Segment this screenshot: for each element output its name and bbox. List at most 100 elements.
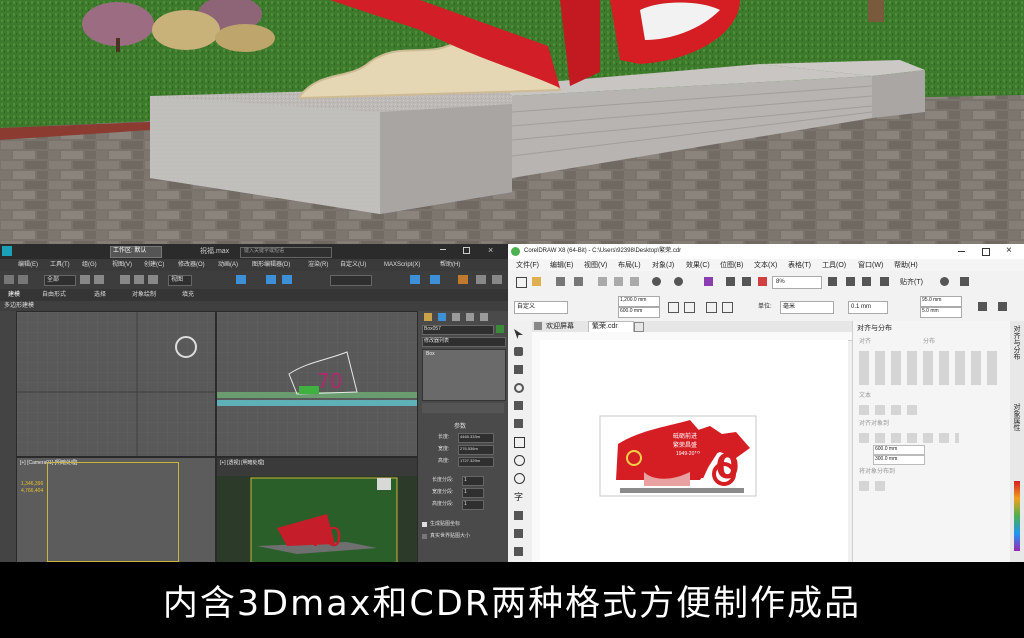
tab-populate[interactable]: 填充 bbox=[182, 292, 194, 298]
zoom-tool-icon[interactable] bbox=[514, 383, 524, 393]
menu-tools[interactable]: 工具(T) bbox=[50, 262, 70, 268]
menu-graph-editors[interactable]: 图形编辑器(D) bbox=[252, 262, 290, 268]
polygon-tool-icon[interactable] bbox=[514, 473, 525, 484]
motion-tab-icon[interactable] bbox=[466, 313, 474, 321]
paste-icon[interactable] bbox=[630, 277, 639, 286]
side-tab-align[interactable]: 对齐与分布 bbox=[1013, 325, 1020, 360]
save-icon[interactable] bbox=[556, 277, 565, 286]
menu-animation[interactable]: 动画(A) bbox=[218, 262, 238, 268]
snap-toggle-icon[interactable] bbox=[236, 275, 246, 284]
text-align-buttons[interactable] bbox=[859, 405, 919, 415]
dimension-tool-icon[interactable] bbox=[514, 511, 523, 520]
tab-welcome[interactable]: 欢迎屏幕 bbox=[546, 323, 574, 330]
viewport-front[interactable]: 70 bbox=[216, 311, 418, 457]
menu-customize[interactable]: 自定义(U) bbox=[340, 262, 366, 268]
import-icon[interactable] bbox=[726, 277, 735, 286]
artistic-media-icon[interactable] bbox=[514, 419, 523, 428]
object-color-swatch[interactable] bbox=[496, 325, 504, 333]
viewport-perspective[interactable]: [+] [透视] [明暗处理] 70 bbox=[216, 457, 418, 562]
material-editor-icon[interactable] bbox=[458, 275, 468, 284]
viewcube-icon[interactable] bbox=[175, 336, 197, 358]
cdr-menu-table[interactable]: 表格(T) bbox=[788, 262, 811, 269]
render-icon[interactable] bbox=[492, 275, 502, 284]
landscape-icon[interactable] bbox=[684, 302, 695, 313]
cdr-menu-view[interactable]: 视图(V) bbox=[584, 262, 607, 269]
menu-create[interactable]: 创建(C) bbox=[144, 262, 164, 268]
viewport-camera[interactable]: [+] [Camera01] [明暗处理] 1,346,396 4,766,40… bbox=[16, 457, 216, 562]
tab-selection[interactable]: 选择 bbox=[94, 292, 106, 298]
select-by-name-icon[interactable] bbox=[94, 275, 104, 284]
distribute-buttons[interactable] bbox=[923, 351, 1003, 385]
open-icon[interactable] bbox=[532, 277, 541, 286]
undo-icon[interactable] bbox=[4, 275, 14, 284]
home-icon[interactable] bbox=[534, 322, 542, 330]
cdr-minimize-icon[interactable] bbox=[958, 251, 965, 252]
cdr-maximize-icon[interactable] bbox=[982, 248, 990, 256]
current-page-icon[interactable] bbox=[722, 302, 733, 313]
menu-edit[interactable]: 编辑(E) bbox=[18, 262, 38, 268]
menu-modifiers[interactable]: 修改器(O) bbox=[178, 262, 205, 268]
cdr-menu-text[interactable]: 文本(X) bbox=[754, 262, 777, 269]
tab-object-paint[interactable]: 对象绘制 bbox=[132, 292, 156, 298]
angle-snap-icon[interactable] bbox=[266, 275, 276, 284]
modify-tab-icon[interactable] bbox=[438, 313, 446, 321]
menu-view[interactable]: 视图(V) bbox=[112, 262, 132, 268]
treat-as-filled-icon[interactable] bbox=[978, 302, 987, 311]
portrait-icon[interactable] bbox=[668, 302, 679, 313]
tab-freeform[interactable]: 自由形式 bbox=[42, 292, 66, 298]
snap-to-dropdown[interactable]: 贴齐(T) bbox=[900, 279, 923, 286]
options-icon[interactable] bbox=[940, 277, 949, 286]
menu-help[interactable]: 帮助(H) bbox=[440, 262, 460, 268]
pick-tool-icon[interactable] bbox=[514, 329, 523, 339]
modifier-stack-item[interactable]: Box bbox=[426, 352, 435, 357]
application-launcher-icon[interactable] bbox=[960, 277, 969, 286]
create-tab-icon[interactable] bbox=[424, 313, 432, 321]
crop-tool-icon[interactable] bbox=[514, 365, 523, 374]
scale-icon[interactable] bbox=[148, 275, 158, 284]
maximize-icon[interactable] bbox=[463, 247, 470, 254]
cdr-menu-bitmaps[interactable]: 位图(B) bbox=[720, 262, 743, 269]
add-tab-icon[interactable] bbox=[634, 322, 644, 332]
distribute-to-buttons[interactable] bbox=[859, 481, 889, 491]
side-tab-object-properties[interactable]: 对象属性 bbox=[1013, 403, 1020, 431]
cut-icon[interactable] bbox=[598, 277, 607, 286]
menu-group[interactable]: 组(G) bbox=[82, 262, 97, 268]
text-tool-icon[interactable]: 字 bbox=[514, 493, 523, 502]
connector-tool-icon[interactable] bbox=[514, 529, 523, 538]
cdr-menu-object[interactable]: 对象(J) bbox=[652, 262, 674, 269]
cdr-menu-window[interactable]: 窗口(W) bbox=[858, 262, 883, 269]
minimize-icon[interactable] bbox=[440, 249, 446, 250]
quick-customize-icon[interactable] bbox=[998, 302, 1007, 311]
menu-maxscript[interactable]: MAXScript(X) bbox=[384, 262, 420, 268]
copy-icon[interactable] bbox=[614, 277, 623, 286]
freehand-tool-icon[interactable] bbox=[514, 401, 523, 410]
cdr-menu-effects[interactable]: 效果(C) bbox=[686, 262, 710, 269]
close-icon[interactable]: × bbox=[488, 246, 493, 255]
interactive-fill-icon[interactable] bbox=[514, 547, 523, 556]
cdr-menu-file[interactable]: 文件(F) bbox=[516, 262, 539, 269]
full-screen-icon[interactable] bbox=[828, 277, 837, 286]
all-pages-icon[interactable] bbox=[706, 302, 717, 313]
cdr-menu-tools[interactable]: 工具(O) bbox=[822, 262, 846, 269]
grid-icon[interactable] bbox=[862, 277, 871, 286]
display-tab-icon[interactable] bbox=[480, 313, 488, 321]
align-icon[interactable] bbox=[430, 275, 440, 284]
hierarchy-tab-icon[interactable] bbox=[452, 313, 460, 321]
print-icon[interactable] bbox=[574, 277, 583, 286]
export-icon[interactable] bbox=[742, 277, 751, 286]
ellipse-tool-icon[interactable] bbox=[514, 455, 525, 466]
shape-tool-icon[interactable] bbox=[514, 347, 523, 356]
polygon-modeling-label[interactable]: 多边形建模 bbox=[4, 303, 34, 309]
real-world-checkbox[interactable] bbox=[422, 534, 427, 539]
cdr-menu-help[interactable]: 帮助(H) bbox=[894, 262, 918, 269]
select-icon[interactable] bbox=[80, 275, 90, 284]
named-selection-dropdown[interactable] bbox=[330, 275, 372, 286]
search-content-icon[interactable] bbox=[704, 277, 713, 286]
color-palette[interactable] bbox=[1014, 481, 1020, 551]
mirror-icon[interactable] bbox=[410, 275, 420, 284]
cdr-undo-icon[interactable] bbox=[652, 277, 661, 286]
move-icon[interactable] bbox=[120, 275, 130, 284]
publish-pdf-icon[interactable] bbox=[758, 277, 767, 286]
cdr-menu-edit[interactable]: 编辑(E) bbox=[550, 262, 573, 269]
redo-icon[interactable] bbox=[18, 275, 28, 284]
